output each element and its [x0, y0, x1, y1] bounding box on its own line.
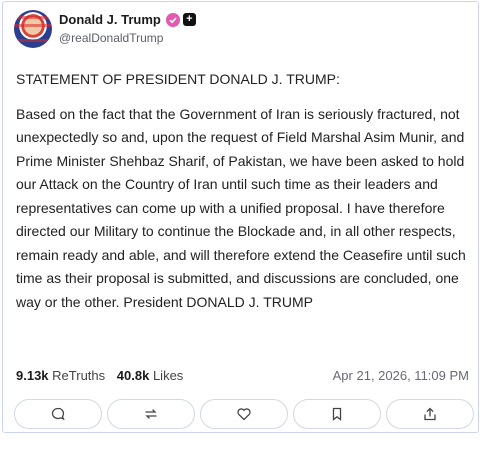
likes-label[interactable]: Likes [153, 368, 183, 383]
post-headline: STATEMENT OF PRESIDENT DONALD J. TRUMP: [16, 71, 340, 87]
reply-button[interactable] [14, 399, 102, 429]
reply-icon [51, 407, 65, 421]
verified-badge-icon [165, 12, 180, 27]
share-button[interactable] [386, 399, 474, 429]
share-icon [424, 407, 436, 421]
post-timestamp[interactable]: Apr 21, 2026, 11:09 PM [333, 368, 469, 383]
post-text: Based on the fact that the Government of… [16, 105, 466, 310]
likes-count[interactable]: 40.8k [117, 368, 150, 383]
bookmark-button[interactable] [293, 399, 381, 429]
retruths-count[interactable]: 9.13k [16, 368, 49, 383]
retruth-icon [145, 409, 157, 419]
author-row: Donald J. Trump + [59, 12, 196, 27]
author-handle[interactable]: @realDonaldTrump [59, 31, 163, 45]
post-body: STATEMENT OF PRESIDENT DONALD J. TRUMP: … [16, 68, 476, 314]
retruths-label[interactable]: ReTruths [52, 368, 105, 383]
post-stats: 9.13k ReTruths 40.8k Likes [16, 368, 183, 383]
bookmark-icon [332, 407, 342, 421]
like-icon [237, 408, 251, 421]
retruth-button[interactable] [107, 399, 195, 429]
author-name[interactable]: Donald J. Trump [59, 12, 161, 27]
plus-badge-icon: + [182, 13, 196, 26]
action-bar [14, 399, 474, 429]
avatar[interactable] [14, 10, 52, 48]
like-button[interactable] [200, 399, 288, 429]
post-card: Donald J. Trump + @realDonaldTrump STATE… [2, 1, 479, 433]
